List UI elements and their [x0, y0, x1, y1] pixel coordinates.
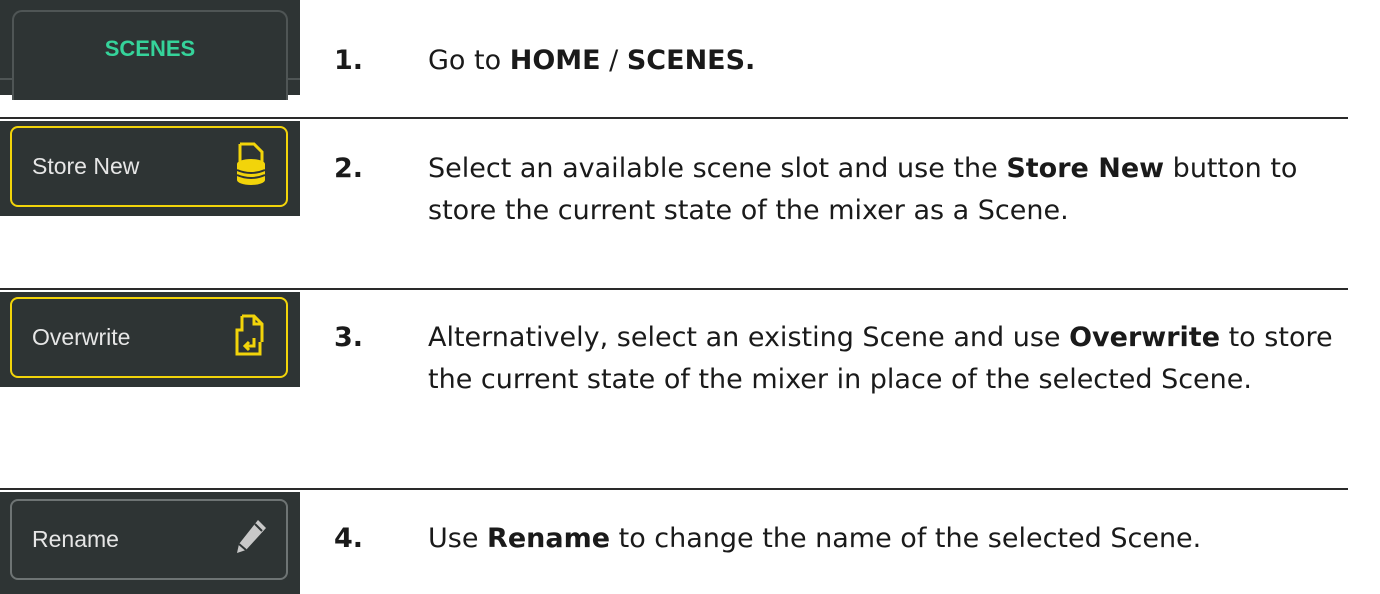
rename-thumbnail: Rename — [0, 492, 300, 594]
step-number: 1. — [334, 45, 364, 76]
store-new-label: Store New — [32, 153, 140, 179]
divider — [0, 488, 1348, 490]
store-new-button[interactable]: Store New — [10, 126, 288, 207]
divider — [0, 288, 1348, 290]
scenes-tab-thumbnail: SCENES — [0, 0, 300, 100]
tab-baseline — [286, 78, 300, 80]
scenes-tab[interactable]: SCENES — [12, 10, 288, 100]
tab-baseline — [0, 78, 14, 80]
step-text: Alternatively, select an existing Scene … — [428, 322, 1333, 395]
step-number: 2. — [334, 153, 364, 184]
rename-label: Rename — [32, 526, 119, 552]
overwrite-thumbnail: Overwrite — [0, 292, 300, 387]
rename-button[interactable]: Rename — [10, 499, 288, 580]
overwrite-label: Overwrite — [32, 324, 131, 350]
step-number: 4. — [334, 523, 364, 554]
database-store-icon — [234, 142, 268, 192]
overwrite-button[interactable]: Overwrite — [10, 297, 288, 378]
scenes-tab-label: SCENES — [104, 36, 196, 61]
step-number: 3. — [334, 322, 364, 353]
step-text: Select an available scene slot and use t… — [428, 153, 1298, 226]
pencil-icon — [234, 518, 268, 562]
file-overwrite-icon — [234, 312, 268, 364]
step-text: Go to HOME / SCENES. — [428, 45, 756, 76]
step-text: Use Rename to change the name of the sel… — [428, 523, 1202, 554]
store-new-thumbnail: Store New — [0, 121, 300, 216]
divider — [0, 117, 1348, 119]
